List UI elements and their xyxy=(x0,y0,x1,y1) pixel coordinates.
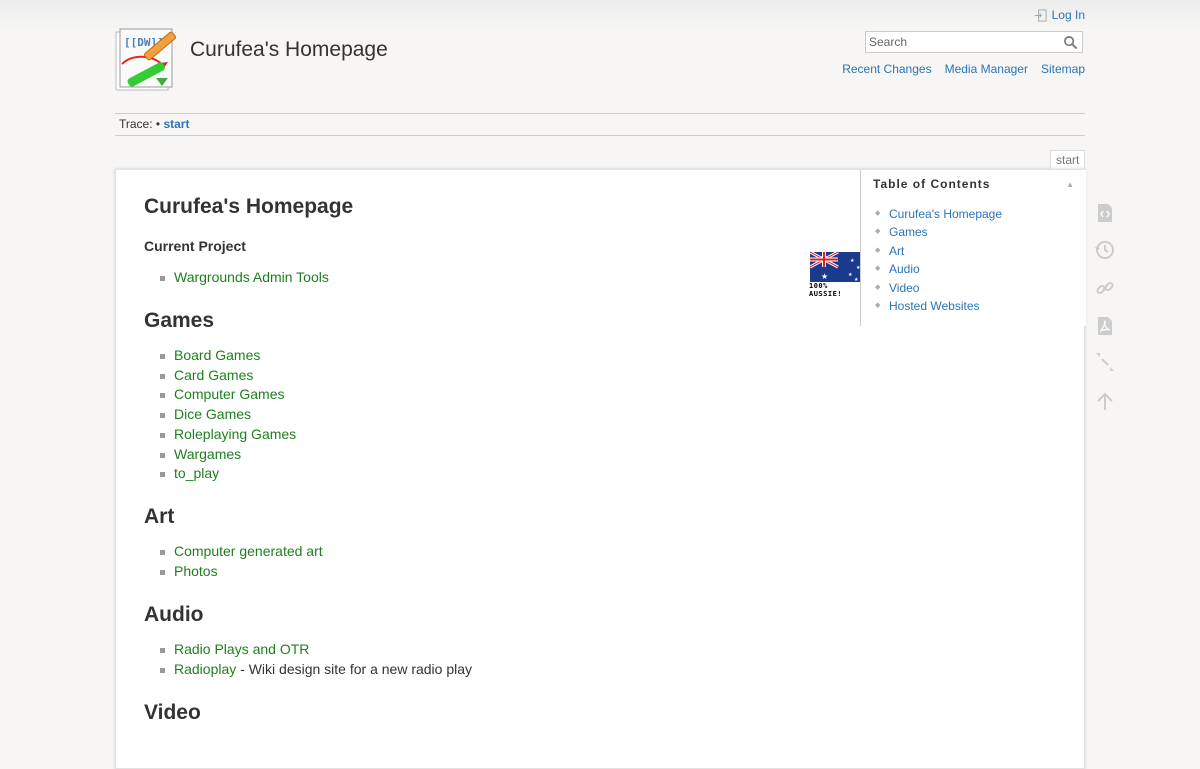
breadcrumb: Trace: • start xyxy=(119,117,189,131)
link-wargrounds-admin-tools[interactable]: Wargrounds Admin Tools xyxy=(174,269,329,285)
current-project-heading: Current Project xyxy=(144,238,246,254)
list-item: Computer generated art xyxy=(160,542,323,562)
toc-title[interactable]: Table of Contents xyxy=(873,177,990,191)
search-input[interactable] xyxy=(866,32,1062,52)
media-manager-link[interactable]: Media Manager xyxy=(945,62,1028,76)
search-box xyxy=(865,31,1083,53)
link-computer-generated-art[interactable]: Computer generated art xyxy=(174,543,323,559)
section-heading-audio: Audio xyxy=(144,603,204,626)
list-item: Radioplay - Wiki design site for a new r… xyxy=(159,660,473,680)
toc-item: Audio xyxy=(875,260,1002,279)
toc-item: Hosted Websites xyxy=(875,297,1002,316)
toc-link-hosted-websites[interactable]: Hosted Websites xyxy=(889,299,980,313)
toc-link-games[interactable]: Games xyxy=(889,225,928,239)
old-revisions-icon[interactable] xyxy=(1094,239,1116,261)
svg-text:★: ★ xyxy=(850,258,855,264)
svg-text:★: ★ xyxy=(821,272,828,281)
login-label: Log In xyxy=(1051,8,1085,22)
toc-list: Curufea's Homepage Games Art Audio Video… xyxy=(875,205,1002,316)
toc-item: Curufea's Homepage xyxy=(875,205,1002,224)
art-list: Computer generated art Photos xyxy=(160,542,323,582)
show-source-icon[interactable] xyxy=(1094,202,1116,224)
toc-link-video[interactable]: Video xyxy=(889,281,919,295)
list-item: to_play xyxy=(159,464,296,484)
trace-label: Trace: xyxy=(119,117,153,131)
games-list: Board Games Card Games Computer Games Di… xyxy=(159,346,296,484)
flag-caption: 100% AUSSIE! xyxy=(809,282,843,298)
page-title: Curufea's Homepage xyxy=(144,195,354,218)
page-content: Curufea's Homepage Current Project Wargr… xyxy=(115,169,1086,769)
trace-bullet: • xyxy=(155,117,161,131)
link-computer-games[interactable]: Computer Games xyxy=(174,386,284,402)
link-radioplay[interactable]: Radioplay xyxy=(174,661,236,677)
link-radio-plays-otr[interactable]: Radio Plays and OTR xyxy=(174,641,309,657)
login-icon xyxy=(1034,8,1047,22)
link-board-games[interactable]: Board Games xyxy=(174,347,260,363)
toc-collapse-icon[interactable]: ▲ xyxy=(1066,180,1074,189)
link-to-play[interactable]: to_play xyxy=(174,465,219,481)
audio-list: Radio Plays and OTR Radioplay - Wiki des… xyxy=(159,640,473,680)
backlinks-icon[interactable] xyxy=(1094,277,1116,299)
breadcrumb-start[interactable]: start xyxy=(163,117,189,131)
link-wargames[interactable]: Wargames xyxy=(174,446,241,462)
dokuwiki-logo[interactable]: [[DW]] xyxy=(112,26,182,96)
divider xyxy=(115,135,1085,136)
list-item: Photos xyxy=(160,562,323,582)
toc-item: Art xyxy=(875,242,1002,261)
list-item: Dice Games xyxy=(159,405,296,425)
toc-link-art[interactable]: Art xyxy=(889,244,904,258)
toc-link-curufeas-homepage[interactable]: Curufea's Homepage xyxy=(889,207,1002,221)
svg-text:★: ★ xyxy=(854,277,859,283)
current-project-list: Wargrounds Admin Tools xyxy=(160,268,329,288)
back-to-top-icon[interactable] xyxy=(1094,391,1116,413)
export-pdf-icon[interactable] xyxy=(1094,315,1116,337)
link-photos[interactable]: Photos xyxy=(174,563,218,579)
section-heading-art: Art xyxy=(144,505,175,528)
sitemap-link[interactable]: Sitemap xyxy=(1041,62,1085,76)
search-icon[interactable] xyxy=(1063,35,1078,50)
list-item: Roleplaying Games xyxy=(159,425,296,445)
header-links: Recent Changes Media Manager Sitemap xyxy=(842,62,1085,76)
link-roleplaying-games[interactable]: Roleplaying Games xyxy=(174,426,296,442)
collapse-icon[interactable] xyxy=(1094,351,1116,373)
list-item: Card Games xyxy=(159,366,296,386)
link-dice-games[interactable]: Dice Games xyxy=(174,406,251,422)
link-card-games[interactable]: Card Games xyxy=(174,367,253,383)
toc-item: Video xyxy=(875,279,1002,298)
divider xyxy=(115,113,1085,114)
section-heading-video: Video xyxy=(144,701,201,724)
toc-link-audio[interactable]: Audio xyxy=(889,262,920,276)
list-item: Wargrounds Admin Tools xyxy=(160,268,329,288)
section-heading-games: Games xyxy=(144,309,215,332)
list-item: Wargames xyxy=(159,445,296,465)
page-id-tab: start xyxy=(1050,150,1086,169)
site-title[interactable]: Curufea's Homepage xyxy=(190,38,388,62)
list-item: Computer Games xyxy=(159,385,296,405)
list-item: Board Games xyxy=(159,346,296,366)
list-item: Radio Plays and OTR xyxy=(159,640,472,660)
login-link[interactable]: Log In xyxy=(1034,8,1085,22)
svg-text:★: ★ xyxy=(848,272,853,278)
toc-item: Games xyxy=(875,223,1002,242)
radioplay-description: - Wiki design site for a new radio play xyxy=(236,660,473,677)
recent-changes-link[interactable]: Recent Changes xyxy=(842,62,931,76)
table-of-contents: Table of Contents ▲ Curufea's Homepage G… xyxy=(860,170,1086,326)
